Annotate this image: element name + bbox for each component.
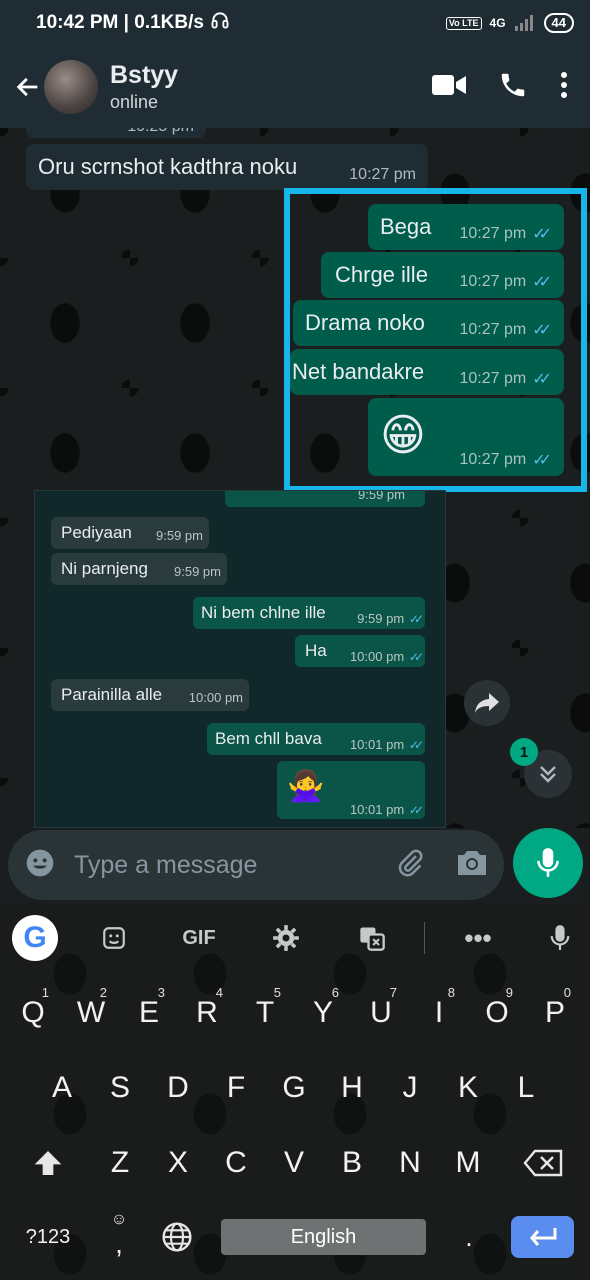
unread-count-badge: 1 bbox=[510, 738, 538, 766]
network-type: 4G bbox=[489, 16, 506, 30]
key-e[interactable]: E3 bbox=[129, 983, 169, 1043]
backspace-icon bbox=[523, 1149, 563, 1177]
key-h[interactable]: H bbox=[332, 1058, 372, 1118]
attach-icon[interactable] bbox=[396, 848, 426, 883]
mini-message: Ni parnjeng 9:59 pm bbox=[51, 553, 227, 585]
volte-icon: Vo LTE bbox=[445, 16, 482, 30]
mini-message: 🙅‍♀️ 10:01 pm ✓✓ bbox=[277, 761, 425, 819]
contact-info[interactable]: Bstyy online bbox=[110, 61, 178, 113]
key-z[interactable]: Z bbox=[100, 1133, 140, 1193]
symbols-key[interactable]: ?123 bbox=[18, 1207, 78, 1267]
shift-icon bbox=[34, 1151, 62, 1175]
message-text: Oru scrnshot kadthra noku bbox=[38, 154, 298, 179]
settings-gear-icon[interactable] bbox=[268, 918, 304, 958]
key-i[interactable]: I8 bbox=[419, 983, 459, 1043]
google-icon[interactable]: G bbox=[12, 915, 58, 961]
key-b[interactable]: B bbox=[332, 1133, 372, 1193]
enter-key[interactable] bbox=[511, 1216, 574, 1258]
mini-message: 9:59 pm bbox=[225, 491, 425, 507]
key-u[interactable]: U7 bbox=[361, 983, 401, 1043]
translate-icon[interactable] bbox=[354, 918, 390, 958]
highlight-box bbox=[284, 188, 587, 492]
key-a[interactable]: A bbox=[42, 1058, 82, 1118]
gif-button[interactable]: GIF bbox=[174, 918, 224, 958]
key-s[interactable]: S bbox=[100, 1058, 140, 1118]
message-input-container bbox=[8, 830, 504, 900]
mini-message: Ni bem chlne ille 9:59 pm ✓✓ bbox=[193, 597, 425, 629]
key-g[interactable]: G bbox=[274, 1058, 314, 1118]
chat-area[interactable]: 10:25 pm Oru scrnshot kadthra noku 10:27… bbox=[0, 128, 590, 828]
key-m[interactable]: M bbox=[448, 1133, 488, 1193]
key-q[interactable]: Q1 bbox=[13, 983, 53, 1043]
key-d[interactable]: D bbox=[158, 1058, 198, 1118]
chat-header: Bstyy online bbox=[0, 46, 590, 128]
more-options-icon[interactable] bbox=[560, 71, 568, 104]
mini-message: Pediyaan 9:59 pm bbox=[51, 517, 209, 549]
headset-icon bbox=[210, 10, 230, 36]
double-chevron-down-icon bbox=[540, 766, 556, 783]
backspace-key[interactable] bbox=[520, 1133, 566, 1193]
comma-key[interactable]: ☺ , bbox=[104, 1205, 134, 1265]
key-f[interactable]: F bbox=[216, 1058, 256, 1118]
key-l[interactable]: L bbox=[506, 1058, 546, 1118]
key-y[interactable]: Y6 bbox=[303, 983, 343, 1043]
key-x[interactable]: X bbox=[158, 1133, 198, 1193]
keyboard-toolbar: G GIF ••• bbox=[0, 904, 590, 970]
emoji-small-icon: ☺ bbox=[110, 1211, 128, 1228]
composer-bar bbox=[0, 828, 590, 904]
microphone-icon bbox=[537, 848, 559, 877]
voice-input-icon[interactable] bbox=[542, 918, 578, 958]
message-input[interactable] bbox=[74, 850, 364, 880]
sticker-icon[interactable] bbox=[96, 918, 132, 958]
contact-name: Bstyy bbox=[110, 61, 179, 89]
mini-message: Bem chll bava 10:01 pm ✓✓ bbox=[207, 723, 425, 755]
voice-call-icon[interactable] bbox=[498, 70, 528, 105]
key-n[interactable]: N bbox=[390, 1133, 430, 1193]
period-key[interactable]: . bbox=[454, 1207, 484, 1267]
message-time: 10:27 pm bbox=[349, 166, 416, 183]
mini-message: Ha 10:00 pm ✓✓ bbox=[295, 635, 425, 667]
mic-button[interactable] bbox=[513, 828, 583, 898]
language-globe-icon[interactable] bbox=[158, 1207, 196, 1267]
more-icon[interactable]: ••• bbox=[460, 918, 496, 958]
forward-icon[interactable] bbox=[464, 680, 510, 726]
shared-screenshot-image[interactable]: 9:59 pm Pediyaan 9:59 pm Ni parnjeng 9:5… bbox=[34, 490, 446, 828]
enter-icon bbox=[529, 1228, 556, 1246]
signal-icon bbox=[514, 13, 536, 34]
key-p[interactable]: P0 bbox=[535, 983, 575, 1043]
space-bar[interactable]: English bbox=[221, 1219, 426, 1255]
battery-icon: 44 bbox=[543, 13, 574, 33]
shift-key[interactable] bbox=[26, 1133, 70, 1193]
key-v[interactable]: V bbox=[274, 1133, 314, 1193]
emoji-icon[interactable] bbox=[24, 847, 56, 884]
key-o[interactable]: O9 bbox=[477, 983, 517, 1043]
key-k[interactable]: K bbox=[448, 1058, 488, 1118]
avatar[interactable] bbox=[44, 60, 98, 114]
toolbar-divider bbox=[424, 922, 425, 954]
key-c[interactable]: C bbox=[216, 1133, 256, 1193]
key-w[interactable]: W2 bbox=[71, 983, 111, 1043]
status-bar: 10:42 PM | 0.1KB/s Vo LTE 4G 44 bbox=[0, 0, 590, 46]
message-bubble[interactable]: Oru scrnshot kadthra noku 10:27 pm bbox=[26, 144, 428, 190]
key-t[interactable]: T5 bbox=[245, 983, 285, 1043]
partial-message: 10:25 pm bbox=[26, 128, 206, 138]
video-call-icon[interactable] bbox=[432, 74, 466, 101]
contact-status: online bbox=[110, 92, 159, 112]
camera-icon[interactable] bbox=[456, 849, 488, 882]
key-j[interactable]: J bbox=[390, 1058, 430, 1118]
status-time: 10:42 PM | 0.1KB/s bbox=[36, 12, 204, 33]
mini-message: Parainilla alle 10:00 pm bbox=[51, 679, 249, 711]
key-r[interactable]: R4 bbox=[187, 983, 227, 1043]
